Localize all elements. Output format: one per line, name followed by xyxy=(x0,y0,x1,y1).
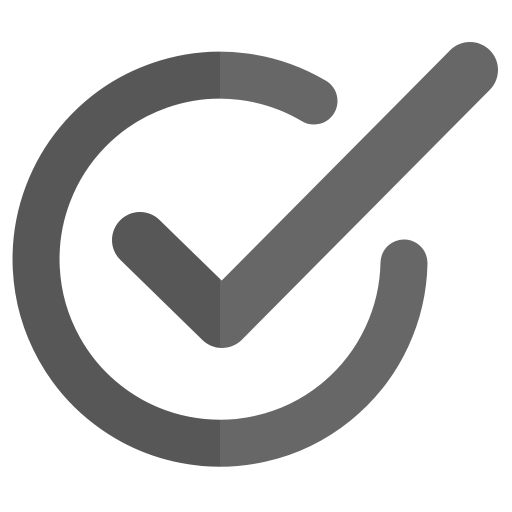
check-circle-icon xyxy=(12,42,498,467)
icon-canvas xyxy=(0,0,512,512)
